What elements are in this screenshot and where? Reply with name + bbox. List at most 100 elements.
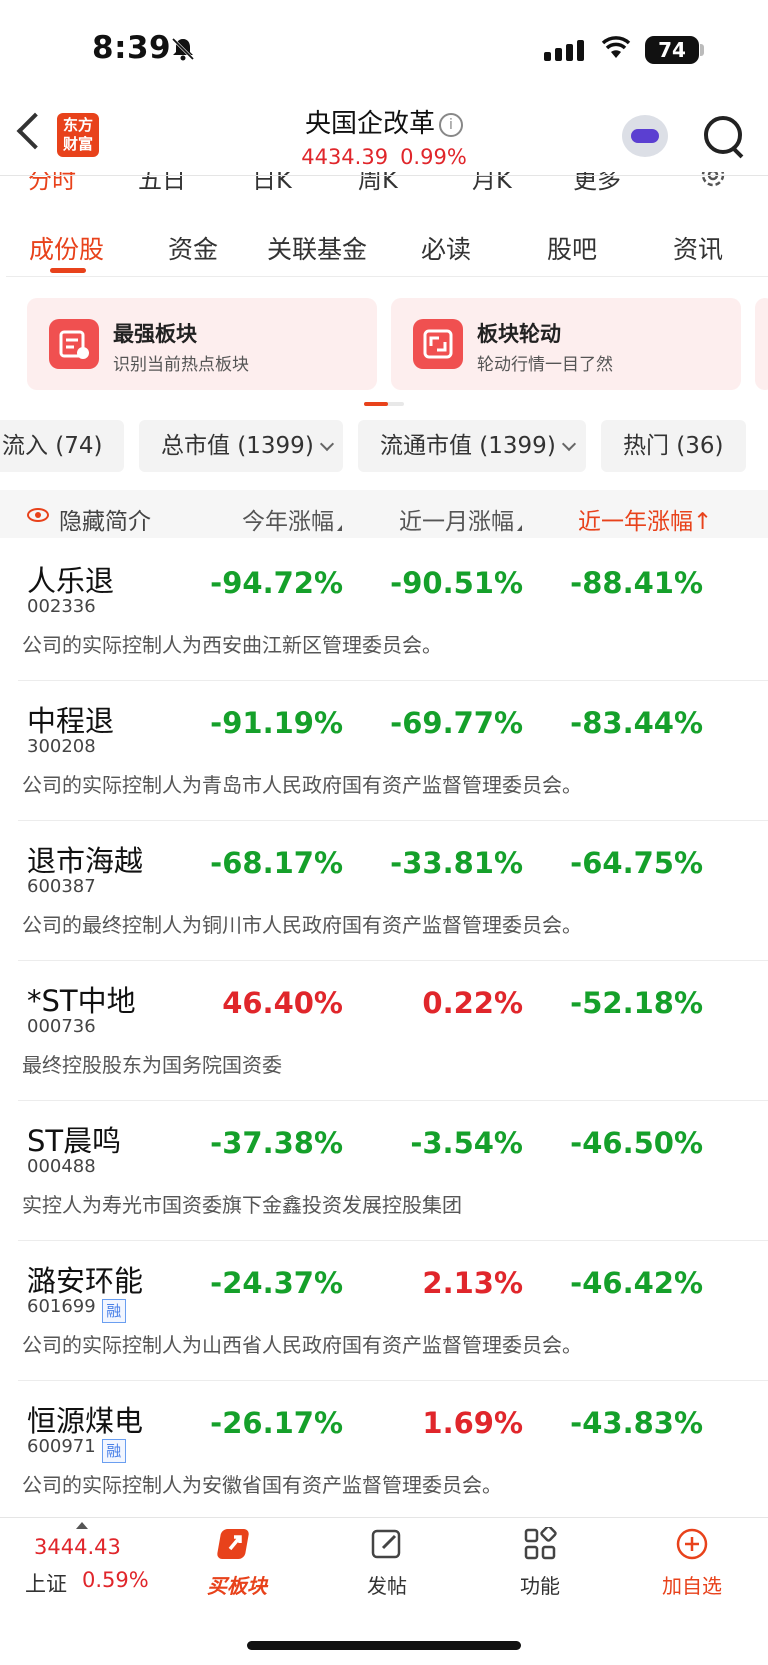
card-title: 最强板块 [113, 322, 197, 346]
margin-trading-badge: 融 [101, 1299, 126, 1323]
card-strongest-sector[interactable]: 最强板块 识别当前热点板块 [27, 298, 377, 390]
divider [6, 276, 768, 277]
stock-name[interactable]: 恒源煤电 [27, 1398, 143, 1440]
stock-code-text: 002336 [27, 596, 96, 617]
year-change: -64.75% [570, 846, 703, 880]
index-value[interactable]: 3444.43 [34, 1535, 121, 1559]
month-change: 1.69% [422, 1406, 523, 1440]
stock-code: 002336 [27, 596, 96, 617]
year-change: -52.18% [570, 986, 703, 1020]
sort-asc-arrow-icon: ↑ [693, 509, 713, 535]
stock-code: 600387 [27, 876, 96, 897]
filter-hot[interactable]: 热门 (36) [601, 420, 746, 472]
ytd-change: -24.37% [210, 1266, 343, 1300]
buy-sector-label[interactable]: 买板块 [187, 1570, 287, 1599]
row-divider [18, 820, 768, 821]
sector-change: 0.99% [400, 145, 467, 169]
ai-assistant-icon[interactable] [622, 115, 668, 157]
sort-icon [337, 525, 342, 531]
stock-intro: 公司的实际控制人为青岛市人民政府国有资产监督管理委员会。 [22, 773, 582, 797]
card-title: 板块轮动 [477, 322, 561, 346]
tab-must-read[interactable]: 必读 [421, 230, 471, 266]
eye-icon[interactable] [27, 508, 49, 522]
buy-sector-icon[interactable] [214, 1527, 258, 1563]
stock-name[interactable]: 潞安环能 [27, 1258, 143, 1300]
functions-label[interactable]: 功能 [490, 1570, 590, 1599]
ytd-change: -68.17% [210, 846, 343, 880]
index-name[interactable]: 上证 [25, 1568, 67, 1598]
filter-float-market-cap[interactable]: 流通市值 (1399) [358, 420, 586, 472]
stock-code-text: 600387 [27, 876, 96, 897]
stock-code-text: 300208 [27, 736, 96, 757]
functions-grid-icon[interactable] [523, 1527, 557, 1561]
year-change: -46.50% [570, 1126, 703, 1160]
home-indicator [247, 1641, 521, 1650]
add-watchlist-icon[interactable] [675, 1527, 709, 1561]
stock-intro: 公司的实际控制人为西安曲江新区管理委员会。 [22, 633, 442, 657]
stock-name[interactable]: *ST中地 [27, 978, 136, 1020]
hide-intro-toggle[interactable]: 隐藏简介 [59, 502, 151, 536]
stock-name[interactable]: ST晨鸣 [27, 1118, 121, 1160]
card-subtitle: 识别当前热点板块 [113, 355, 249, 375]
compose-post-icon[interactable] [370, 1527, 404, 1561]
stock-code: 601699 融 [27, 1296, 126, 1323]
row-divider [18, 1100, 768, 1101]
caret-up-icon[interactable] [76, 1522, 88, 1529]
stock-intro: 公司的实际控制人为山西省人民政府国有资产监督管理委员会。 [22, 1333, 582, 1357]
ytd-change: -37.38% [210, 1126, 343, 1160]
tab-forum[interactable]: 股吧 [547, 230, 597, 266]
month-change: -90.51% [390, 566, 523, 600]
year-change: -83.44% [570, 706, 703, 740]
strongest-sector-icon [49, 319, 99, 369]
stock-intro: 最终控股股东为国务院国资委 [22, 1053, 282, 1077]
tab-funds[interactable]: 资金 [168, 230, 218, 266]
stock-code: 600971 融 [27, 1436, 126, 1463]
card-sector-rotation[interactable]: 板块轮动 轮动行情一目了然 [391, 298, 741, 390]
col-ytd-change[interactable]: 今年涨幅 [242, 502, 342, 536]
stock-code: 300208 [27, 736, 96, 757]
sector-name: 央国企改革 [304, 109, 435, 139]
month-change: -3.54% [410, 1126, 523, 1160]
stock-code-text: 601699 [27, 1296, 96, 1317]
year-change: -88.41% [570, 566, 703, 600]
col-1y-change[interactable]: 近一年涨幅↑ [578, 502, 712, 536]
stock-name[interactable]: 人乐退 [27, 558, 114, 600]
sector-rotation-icon [413, 319, 463, 369]
add-watchlist-label[interactable]: 加自选 [642, 1570, 742, 1599]
wifi-icon [601, 36, 631, 58]
stock-name[interactable]: 中程退 [27, 698, 114, 740]
sector-price: 4434.39 [301, 145, 389, 169]
stock-name[interactable]: 退市海越 [27, 838, 143, 880]
carousel-indicator [364, 402, 404, 406]
month-change: -69.77% [390, 706, 523, 740]
divider [0, 1517, 768, 1518]
row-divider [18, 680, 768, 681]
year-change: -43.83% [570, 1406, 703, 1440]
stock-code-text: 000488 [27, 1156, 96, 1177]
card-next-partial[interactable] [755, 298, 768, 390]
ytd-change: -26.17% [210, 1406, 343, 1440]
year-change: -46.42% [570, 1266, 703, 1300]
post-label[interactable]: 发帖 [337, 1570, 437, 1599]
cellular-signal-icon [544, 40, 588, 61]
month-change: 0.22% [422, 986, 523, 1020]
info-icon[interactable]: i [439, 112, 463, 137]
stock-code-text: 000736 [27, 1016, 96, 1037]
index-change[interactable]: 0.59% [82, 1568, 149, 1592]
status-time: 8:39 [92, 30, 172, 66]
stock-code: 000488 [27, 1156, 96, 1177]
stock-code: 000736 [27, 1016, 96, 1037]
battery-tip [700, 44, 704, 56]
filter-total-market-cap[interactable]: 总市值 (1399) [139, 420, 343, 472]
tab-news[interactable]: 资讯 [673, 230, 723, 266]
tab-related-funds[interactable]: 关联基金 [267, 230, 367, 266]
ytd-change: -94.72% [210, 566, 343, 600]
card-subtitle: 轮动行情一目了然 [477, 355, 613, 375]
sort-icon [517, 525, 522, 531]
filter-inflow[interactable]: 流入 (74) [0, 420, 124, 472]
col-1m-change[interactable]: 近一月涨幅 [399, 502, 522, 536]
bell-muted-icon [171, 37, 195, 61]
chevron-down-icon [319, 436, 334, 452]
ytd-change: -91.19% [210, 706, 343, 740]
tab-constituents[interactable]: 成份股 [29, 230, 104, 266]
